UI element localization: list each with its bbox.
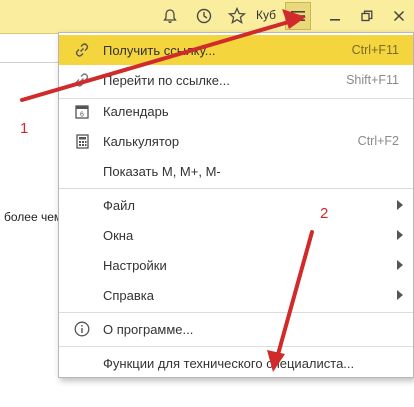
menu-item-calendar[interactable]: 6 Календарь — [59, 96, 413, 126]
background-tab — [0, 34, 58, 63]
menu-item-get-link[interactable]: Получить ссылку... Ctrl+F11 — [59, 35, 413, 65]
calendar-icon: 6 — [73, 102, 91, 120]
link-arrow-icon — [73, 71, 91, 89]
submenu-arrow-icon — [397, 230, 403, 240]
submenu-arrow-icon — [397, 200, 403, 210]
calculator-icon — [73, 132, 91, 150]
menu-item-shortcut: Ctrl+F11 — [351, 43, 399, 57]
menu-separator — [59, 188, 413, 189]
menu-item-label: Окна — [103, 227, 134, 243]
history-icon[interactable] — [194, 6, 214, 26]
menu-item-label: Калькулятор — [103, 133, 180, 149]
minimize-icon[interactable] — [325, 6, 345, 26]
menu-item-label: Файл — [103, 197, 135, 213]
bell-icon[interactable] — [160, 6, 180, 26]
background-text: более чем — [4, 210, 63, 224]
hamburger-icon — [291, 11, 305, 21]
link-icon — [73, 41, 91, 59]
menu-item-label: Справка — [103, 287, 154, 303]
annotation-label-1: 1 — [20, 120, 29, 137]
menu-item-label: Настройки — [103, 257, 167, 273]
menu-separator — [59, 312, 413, 313]
title-bar: Куб — [0, 0, 414, 34]
menu-separator — [59, 346, 413, 347]
menu-item-about[interactable]: О программе... — [59, 314, 413, 344]
menu-item-help[interactable]: Справка — [59, 280, 413, 310]
menu-item-label: Календарь — [103, 103, 169, 119]
restore-icon[interactable] — [357, 6, 377, 26]
menu-item-label: Функции для технического специалиста... — [103, 355, 355, 371]
menu-item-go-to-link[interactable]: Перейти по ссылке... Shift+F11 — [59, 65, 413, 95]
close-icon[interactable] — [389, 6, 409, 26]
menu-item-settings[interactable]: Настройки — [59, 250, 413, 280]
star-icon[interactable] — [227, 6, 247, 26]
menu-item-show-memory[interactable]: Показать М, М+, М- — [59, 156, 413, 186]
main-menu-dropdown: Получить ссылку... Ctrl+F11 Перейти по с… — [58, 32, 414, 378]
submenu-arrow-icon — [397, 290, 403, 300]
menu-item-file[interactable]: Файл — [59, 190, 413, 220]
menu-item-label: Показать М, М+, М- — [103, 163, 221, 179]
menu-item-shortcut: Ctrl+F2 — [357, 134, 399, 148]
menu-item-label: Получить ссылку... — [103, 42, 216, 58]
submenu-arrow-icon — [397, 260, 403, 270]
menu-item-windows[interactable]: Окна — [59, 220, 413, 250]
menu-item-shortcut: Shift+F11 — [346, 73, 399, 87]
menu-item-technical-functions[interactable]: Функции для технического специалиста... — [59, 348, 413, 378]
svg-text:6: 6 — [80, 111, 84, 118]
menu-item-label: Перейти по ссылке... — [103, 72, 230, 88]
user-name[interactable]: Куб — [256, 8, 276, 22]
info-icon — [73, 320, 91, 338]
main-menu-button[interactable] — [285, 2, 311, 30]
menu-item-label: О программе... — [103, 321, 194, 337]
menu-item-calculator[interactable]: Калькулятор Ctrl+F2 — [59, 126, 413, 156]
annotation-label-2: 2 — [320, 205, 329, 222]
